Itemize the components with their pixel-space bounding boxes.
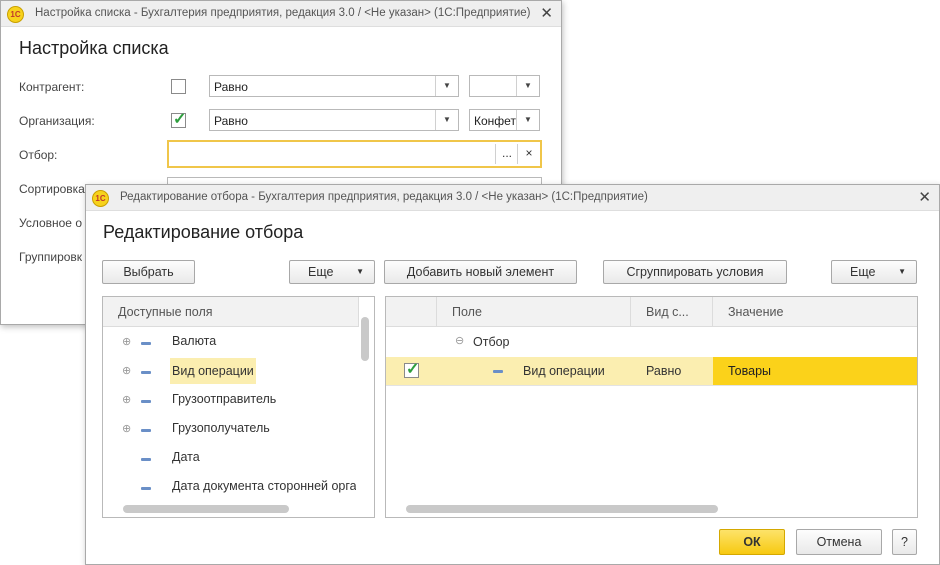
table-row[interactable]: ✓ Вид операции Равно Товары — [386, 357, 917, 385]
condition-enabled-checkbox[interactable]: ✓ — [404, 361, 419, 378]
tree-item[interactable]: ⊕ Вид операции — [103, 357, 356, 386]
counterparty-condition-select[interactable]: Равно ▼ — [209, 75, 459, 97]
chevron-down-icon[interactable]: ▼ — [516, 76, 539, 96]
field-column-header[interactable]: Поле — [437, 297, 631, 327]
more-left-button[interactable]: Еще ▼ — [289, 260, 375, 284]
app-logo-icon: 1С — [7, 6, 24, 23]
field-value: Конфет — [474, 114, 516, 128]
vertical-scrollbar[interactable] — [361, 317, 369, 361]
field-icon — [493, 370, 503, 373]
tree-item[interactable]: ⊕ Грузополучатель — [103, 415, 356, 444]
more-right-button[interactable]: Еще ▼ — [831, 260, 917, 284]
condition-field: Вид операции — [523, 364, 605, 378]
counterparty-checkbox[interactable] — [171, 79, 186, 94]
expand-icon[interactable]: ⊕ — [122, 422, 131, 435]
counterparty-value-select[interactable]: ▼ — [469, 75, 540, 97]
organization-label: Организация: — [19, 114, 95, 128]
condition-type[interactable]: Равно — [646, 364, 681, 378]
field-icon — [141, 400, 151, 403]
window-title: Настройка списка - Бухгалтерия предприят… — [35, 7, 531, 19]
page-title: Редактирование отбора — [103, 222, 304, 242]
checkmark-icon: ✓ — [173, 111, 187, 128]
close-icon[interactable]: ✕ — [540, 4, 553, 22]
horizontal-scrollbar[interactable] — [406, 505, 718, 513]
tree-item[interactable]: ⊕ Валюта — [103, 328, 356, 357]
available-fields-header: Доступные поля — [103, 297, 359, 327]
grouping-label: Группировк — [19, 250, 83, 264]
comparison-column-header[interactable]: Вид с... — [631, 297, 713, 327]
chevron-down-icon[interactable]: ▼ — [516, 110, 539, 130]
field-icon — [141, 342, 151, 345]
sorting-label: Сортировка: — [19, 182, 89, 196]
tree-item-label: Дата — [172, 450, 200, 464]
collapse-icon[interactable]: ⊖ — [455, 334, 464, 347]
condition-value: Равно — [214, 114, 248, 128]
group-row[interactable]: ⊖ Отбор — [386, 328, 917, 357]
tree-item[interactable]: Дата — [103, 444, 356, 473]
tree-item[interactable]: ⊕ Грузоотправитель — [103, 386, 356, 415]
available-fields-panel[interactable]: Доступные поля ⊕ Валюта ⊕ Вид операции ⊕… — [102, 296, 375, 518]
counterparty-label: Контрагент: — [19, 80, 85, 94]
check-column-header — [386, 297, 437, 327]
filter-conditions-panel[interactable]: Поле Вид с... Значение ⊖ Отбор ✓ Вид опе… — [385, 296, 918, 518]
tree-item-label: Дата документа сторонней орга — [172, 479, 356, 493]
ok-button[interactable]: ОК — [719, 529, 785, 555]
field-icon — [141, 458, 151, 461]
row-divider — [386, 385, 917, 386]
field-icon — [141, 487, 151, 490]
close-icon[interactable]: ✕ — [918, 188, 931, 206]
window-title: Редактирование отбора - Бухгалтерия пред… — [120, 191, 648, 203]
expand-icon[interactable]: ⊕ — [122, 393, 131, 406]
filter-edit-window: 1С Редактирование отбора - Бухгалтерия п… — [85, 184, 940, 565]
condition-value: Равно — [214, 80, 248, 94]
expand-icon[interactable]: ⊕ — [122, 364, 131, 377]
filter-field[interactable]: ... × — [167, 140, 542, 168]
chevron-down-icon[interactable]: ▼ — [435, 76, 458, 96]
chevron-down-icon[interactable]: ▼ — [435, 110, 458, 130]
group-label: Отбор — [473, 335, 510, 349]
condition-value: Товары — [728, 364, 771, 378]
checkmark-icon: ✓ — [406, 361, 420, 378]
select-dots-button[interactable]: ... — [495, 144, 518, 164]
title-bar: 1С Настройка списка - Бухгалтерия предпр… — [1, 1, 561, 27]
cancel-button[interactable]: Отмена — [796, 529, 882, 555]
add-element-button[interactable]: Добавить новый элемент — [384, 260, 577, 284]
condition-value-cell[interactable]: Товары — [713, 357, 917, 385]
tree-item-label: Валюта — [172, 334, 217, 348]
tree-item-label: Грузоотправитель — [172, 392, 277, 406]
expand-icon[interactable]: ⊕ — [122, 335, 131, 348]
title-bar: 1С Редактирование отбора - Бухгалтерия п… — [86, 185, 939, 211]
select-button[interactable]: Выбрать — [102, 260, 195, 284]
tree-item-label: Вид операции — [170, 358, 256, 384]
chevron-down-icon: ▼ — [898, 267, 906, 276]
value-column-header[interactable]: Значение — [713, 297, 917, 327]
more-label: Еще — [308, 265, 334, 279]
conditional-formatting-label: Условное о — [19, 216, 82, 230]
help-button[interactable]: ? — [892, 529, 917, 555]
organization-condition-select[interactable]: Равно ▼ — [209, 109, 459, 131]
field-icon — [141, 371, 151, 374]
page-title: Настройка списка — [19, 38, 169, 58]
field-icon — [141, 429, 151, 432]
tree-item-label: Грузополучатель — [172, 421, 270, 435]
filter-label: Отбор: — [19, 148, 58, 162]
tree-item[interactable]: Дата документа сторонней орга — [103, 473, 356, 502]
app-logo-icon: 1С — [92, 190, 109, 207]
clear-icon[interactable]: × — [517, 144, 540, 164]
organization-checkbox[interactable]: ✓ — [171, 111, 186, 128]
chevron-down-icon: ▼ — [356, 267, 364, 276]
group-conditions-button[interactable]: Сгруппировать условия — [603, 260, 787, 284]
horizontal-scrollbar[interactable] — [123, 505, 289, 513]
organization-value-select[interactable]: Конфет ▼ — [469, 109, 540, 131]
more-label: Еще — [850, 265, 876, 279]
